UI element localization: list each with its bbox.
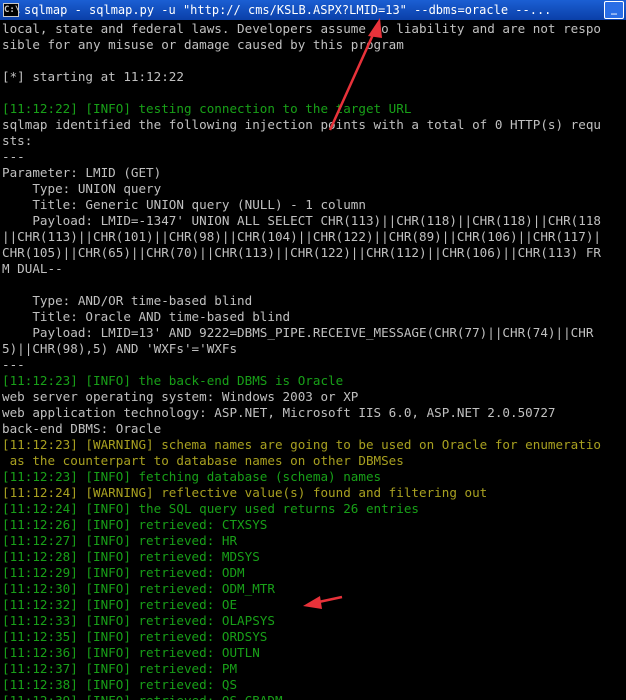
console-line: [11:12:28] [INFO] retrieved: MDSYS xyxy=(2,549,260,564)
minimize-icon[interactable]: _ xyxy=(604,1,624,19)
console-line: Parameter: LMID (GET) xyxy=(2,165,162,180)
console-line: [11:12:32] [INFO] retrieved: OE xyxy=(2,597,238,612)
console-line: web server operating system: Windows 200… xyxy=(2,389,359,404)
window-title: sqlmap - sqlmap.py -u "http:// cms/KSLB.… xyxy=(24,3,552,17)
console-line: M DUAL-- xyxy=(2,261,63,276)
console-line: Payload: LMID=13' AND 9222=DBMS_PIPE.REC… xyxy=(2,325,594,340)
console-line: CHR(105)||CHR(65)||CHR(70)||CHR(113)||CH… xyxy=(2,245,601,260)
console-line: back-end DBMS: Oracle xyxy=(2,421,162,436)
console-line: [11:12:30] [INFO] retrieved: ODM_MTR xyxy=(2,581,275,596)
console-line: [11:12:26] [INFO] retrieved: CTXSYS xyxy=(2,517,268,532)
console-line: Title: Oracle AND time-based blind xyxy=(2,309,291,324)
console-line: [11:12:23] [INFO] the back-end DBMS is O… xyxy=(2,373,344,388)
console-line: Payload: LMID=-1347' UNION ALL SELECT CH… xyxy=(2,213,601,228)
console-line: [11:12:23] [WARNING] schema names are go… xyxy=(2,437,601,452)
console-line: [11:12:39] [INFO] retrieved: QS_CBADM xyxy=(0,693,626,700)
console-line: ||CHR(113)||CHR(101)||CHR(98)||CHR(104)|… xyxy=(2,229,601,244)
console-line: [11:12:37] [INFO] retrieved: PM xyxy=(2,661,238,676)
console-line: web application technology: ASP.NET, Mic… xyxy=(2,405,556,420)
console-line: [11:12:33] [INFO] retrieved: OLAPSYS xyxy=(2,613,275,628)
console-line: [11:12:35] [INFO] retrieved: ORDSYS xyxy=(2,629,268,644)
console-line: local, state and federal laws. Developer… xyxy=(2,21,601,36)
window-titlebar[interactable]: C:\ sqlmap - sqlmap.py -u "http:// cms/K… xyxy=(0,0,626,20)
console-line: Title: Generic UNION query (NULL) - 1 co… xyxy=(2,197,366,212)
console-line: sqlmap identified the following injectio… xyxy=(2,117,601,132)
console-line: Type: AND/OR time-based blind xyxy=(2,293,253,308)
console-line: 5)||CHR(98),5) AND 'WXFs'='WXFs xyxy=(2,341,238,356)
console-line: [11:12:23] [INFO] fetching database (sch… xyxy=(2,469,382,484)
console-line: [11:12:36] [INFO] retrieved: OUTLN xyxy=(2,645,260,660)
console-line: [*] starting at 11:12:22 xyxy=(2,69,184,84)
console-line: [11:12:38] [INFO] retrieved: QS xyxy=(2,677,238,692)
console-line: [11:12:24] [INFO] the SQL query used ret… xyxy=(2,501,420,516)
console-line: [11:12:29] [INFO] retrieved: ODM xyxy=(2,565,245,580)
console-line: --- xyxy=(2,149,25,164)
console-line: [11:12:22] [INFO] testing connection to … xyxy=(2,101,412,116)
console-line: --- xyxy=(2,357,25,372)
console-app-icon: C:\ xyxy=(3,3,21,17)
console-line: sible for any misuse or damage caused by… xyxy=(2,37,404,52)
console-line: Type: UNION query xyxy=(2,181,162,196)
console-line: [11:12:24] [WARNING] reflective value(s)… xyxy=(2,485,488,500)
console-line: as the counterpart to database names on … xyxy=(2,453,404,468)
console-line: [11:12:27] [INFO] retrieved: HR xyxy=(2,533,238,548)
console-line: sts: xyxy=(2,133,33,148)
console-output[interactable]: local, state and federal laws. Developer… xyxy=(0,21,626,700)
